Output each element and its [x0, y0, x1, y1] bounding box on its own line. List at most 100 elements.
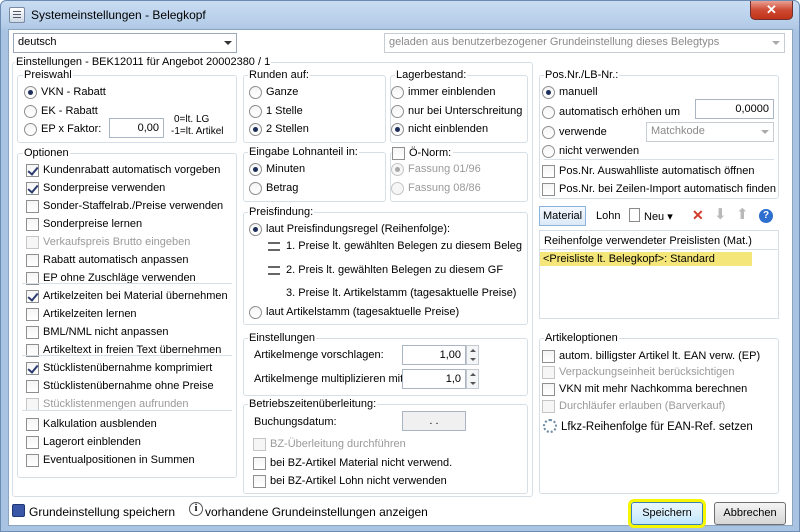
artikelmenge-spinner[interactable]	[466, 345, 479, 365]
vkn-nachkomma-checkbox[interactable]: VKN mit mehr Nachkomma berechnen	[542, 381, 747, 397]
radio-nicht-verwenden[interactable]: nicht verwenden	[542, 143, 639, 159]
radio-immer-einblenden[interactable]: immer einblenden	[391, 84, 495, 100]
tab-lohn[interactable]: Lohn	[592, 206, 624, 226]
dialog-window: Systemeinstellungen - Belegkopf ✕ deutsc…	[0, 0, 800, 532]
radio-artikelstamm[interactable]: laut Artikelstamm (tagesaktuelle Preise)	[249, 304, 459, 320]
radio-ganze[interactable]: Ganze	[249, 84, 298, 100]
checkbox-icon	[26, 289, 39, 303]
preiswahl-title: Preiswahl	[23, 69, 73, 81]
radio-icon	[391, 85, 404, 99]
save-default-link[interactable]: Grundeinstellung speichern	[29, 505, 175, 519]
help-icon[interactable]: ?	[759, 209, 773, 223]
divider	[540, 249, 778, 250]
checkbox-icon	[542, 182, 555, 196]
checkbox-icon	[26, 325, 39, 339]
title-bar: Systemeinstellungen - Belegkopf ✕	[1, 1, 799, 29]
artikelmenge-input[interactable]: 1,00	[402, 345, 466, 365]
durchlaeufer-checkbox: Durchläufer erlauben (Barverkauf)	[542, 398, 725, 414]
radio-vkn-rabatt[interactable]: VKN - Rabatt	[24, 84, 106, 100]
radio-ep-faktor[interactable]: EP x Faktor:	[24, 121, 101, 137]
tab-material[interactable]: Material	[539, 206, 587, 226]
save-button[interactable]: Speichern	[628, 499, 706, 528]
factor-input[interactable]: 0,00	[109, 118, 164, 138]
bz-ueberleitung-checkbox: BZ-Überleitung durchführen	[253, 436, 406, 452]
radio-betrag[interactable]: Betrag	[249, 180, 298, 196]
opt-stueckliste-ohne-preise[interactable]: Stücklistenübernahme ohne Preise	[26, 378, 214, 394]
new-button[interactable]: Neu ▾	[644, 210, 673, 223]
divider	[22, 355, 232, 356]
radio-icon	[391, 162, 404, 176]
opt-kalkulation[interactable]: Kalkulation ausblenden	[26, 416, 157, 432]
opt-sonder-staffel[interactable]: Sonder-Staffelrab./Preise verwenden	[26, 198, 223, 214]
opt-bml-nml[interactable]: BML/NML nicht anpassen	[26, 324, 169, 340]
preisfindung-title: Preisfindung:	[248, 206, 315, 218]
opt-kundenrabatt[interactable]: Kundenrabatt automatisch vorgeben	[26, 162, 220, 178]
cancel-button[interactable]: Abbrechen	[714, 502, 786, 525]
gear-icon	[543, 419, 557, 433]
preislisten-header: Reihenfolge verwendeter Preislisten (Mat…	[544, 235, 752, 247]
posnr-import-checkbox[interactable]: Pos.Nr. bei Zeilen-Import automatisch fi…	[542, 181, 776, 197]
bz-material-checkbox[interactable]: bei BZ-Artikel Material nicht verwend.	[253, 455, 452, 471]
factor-note-1: 0=lt. LG	[174, 114, 210, 125]
radio-preisfindungsregel[interactable]: laut Preisfindungsregel (Reihenfolge):	[249, 221, 450, 237]
radio-1-stelle[interactable]: 1 Stelle	[249, 103, 303, 119]
drag-handle-icon[interactable]	[268, 266, 280, 275]
opt-sonderpreise[interactable]: Sonderpreise verwenden	[26, 180, 165, 196]
radio-icon	[24, 122, 37, 136]
erhoehen-input[interactable]: 0,0000	[695, 99, 774, 119]
opt-stueckliste-komprimiert[interactable]: Stücklistenübernahme komprimiert	[26, 360, 212, 376]
new-document-icon	[629, 208, 640, 222]
preisliste-entry[interactable]: <Preisliste lt. Belegkopf>: Standard	[540, 252, 752, 266]
language-select[interactable]: deutsch	[13, 33, 237, 53]
opt-rabatt-anpassen[interactable]: Rabatt automatisch anpassen	[26, 252, 189, 268]
checkbox-icon	[542, 349, 555, 363]
save-disk-icon	[12, 504, 25, 517]
ean-billigster-checkbox[interactable]: autom. billigster Artikel lt. EAN verw. …	[542, 348, 760, 364]
buchungsdatum-input[interactable]: . .	[402, 411, 466, 431]
opt-eventualpositionen[interactable]: Eventualpositionen in Summen	[26, 452, 195, 468]
radio-nicht-einblenden[interactable]: nicht einblenden	[391, 121, 488, 137]
opt-lagerort[interactable]: Lagerort einblenden	[26, 434, 141, 450]
bz-title: Betriebszeitenüberleitung:	[248, 398, 378, 410]
checkbox-icon	[26, 181, 39, 195]
radio-icon	[542, 144, 555, 158]
matchcode-select: Matchkode	[646, 122, 774, 142]
radio-icon	[249, 104, 262, 118]
multiplizieren-spinner[interactable]	[466, 369, 479, 389]
radio-icon	[249, 181, 262, 195]
radio-unterschreitung[interactable]: nur bei Unterschreitung	[391, 103, 522, 119]
checkbox-icon	[392, 146, 405, 160]
factor-note-2: -1=lt. Artikel	[171, 126, 224, 137]
dialog-content: deutsch geladen aus benutzerbezogener Gr…	[8, 29, 793, 528]
multiplizieren-input[interactable]: 1,0	[402, 369, 466, 389]
posnr-auswahl-checkbox[interactable]: Pos.Nr. Auswahlliste automatisch öffnen	[542, 163, 754, 179]
radio-icon	[249, 305, 262, 319]
drag-handle-icon[interactable]	[268, 242, 280, 251]
radio-fassung-0886: Fassung 08/86	[391, 180, 481, 196]
opt-artikelzeiten-lernen[interactable]: Artikelzeiten lernen	[26, 306, 137, 322]
radio-minuten[interactable]: Minuten	[249, 161, 305, 177]
artikeloptionen-title: Artikeloptionen	[544, 332, 619, 344]
bz-lohn-checkbox[interactable]: bei BZ-Artikel Lohn nicht verwenden	[253, 473, 447, 489]
opt-sonderpreise-lernen[interactable]: Sonderpreise lernen	[26, 216, 142, 232]
radio-icon	[249, 222, 262, 236]
rule-2: 2. Preis lt. gewählten Belegen zu diesem…	[286, 264, 504, 276]
posnr-title: Pos.Nr./LB-Nr.:	[544, 69, 620, 81]
radio-manuell[interactable]: manuell	[542, 84, 598, 100]
radio-verwende[interactable]: verwende	[542, 124, 607, 140]
radio-ek-rabatt[interactable]: EK - Rabatt	[24, 103, 98, 119]
delete-icon[interactable]: ✕	[692, 207, 704, 224]
radio-2-stellen[interactable]: 2 Stellen	[249, 121, 309, 137]
show-defaults-link[interactable]: vorhandene Grundeinstellungen anzeigen	[205, 505, 428, 519]
onorm-checkbox[interactable]: Ö-Norm:	[392, 145, 454, 161]
close-button[interactable]: ✕	[750, 1, 793, 20]
verpackungseinheit-checkbox: Verpackungseinheit berücksichtigen	[542, 364, 735, 380]
rule-1: 1. Preise lt. gewählten Belegen zu diese…	[286, 240, 523, 252]
optionen-title: Optionen	[23, 147, 70, 159]
radio-fassung-0196: Fassung 01/96	[391, 161, 481, 177]
lfkz-link[interactable]: Lfkz-Reihenfolge für EAN-Ref. setzen	[561, 421, 753, 433]
rule-3: 3. Preise lt. Artikelstamm (tagesaktuell…	[286, 287, 517, 299]
opt-artikelzeiten-material[interactable]: Artikelzeiten bei Material übernehmen	[26, 288, 228, 304]
radio-auto-erhoehen[interactable]: automatisch erhöhen um	[542, 104, 680, 120]
checkbox-icon	[26, 307, 39, 321]
